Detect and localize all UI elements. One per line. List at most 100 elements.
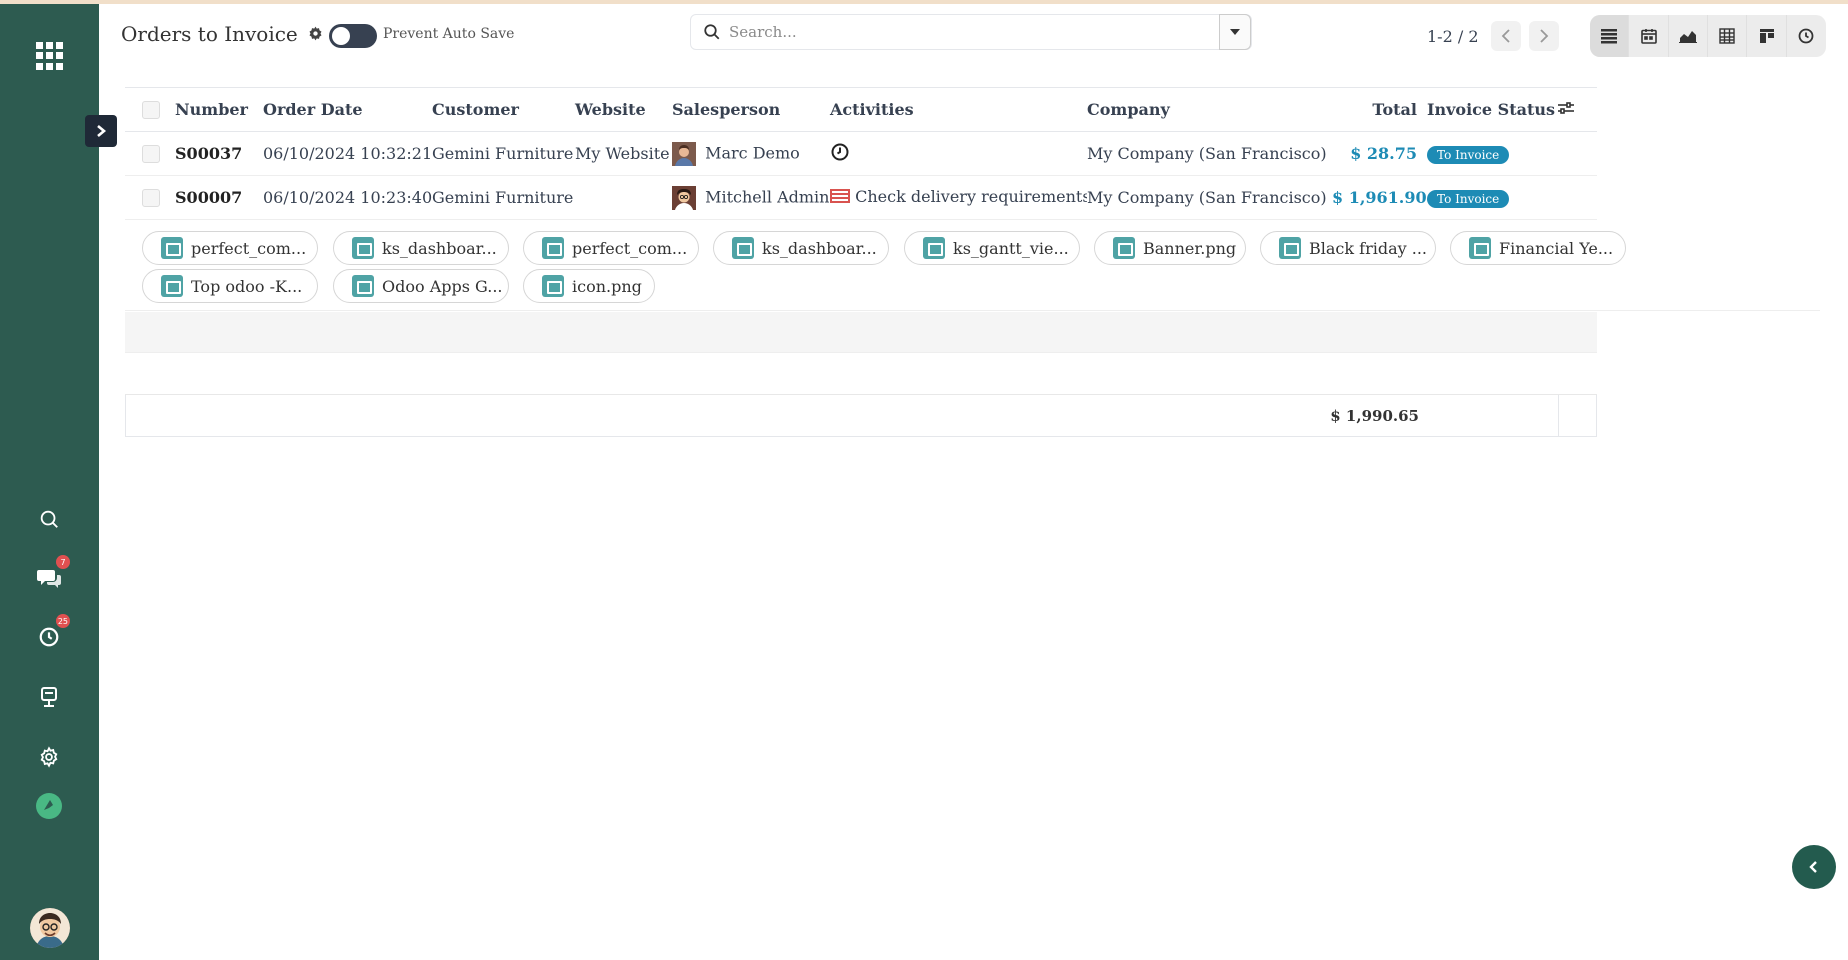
- sidebar-expand-button[interactable]: [85, 115, 117, 147]
- attachment-chip[interactable]: Financial Ye...: [1450, 231, 1626, 265]
- attachment-name: Banner.png: [1143, 238, 1237, 258]
- table-row[interactable]: S00007 06/10/2024 10:23:40 Gemini Furnit…: [125, 175, 1597, 220]
- page-title: Orders to Invoice: [121, 22, 323, 46]
- search-options-toggle[interactable]: [1219, 14, 1251, 50]
- attachment-chip[interactable]: Banner.png: [1094, 231, 1246, 265]
- activity-clock-icon[interactable]: 25: [34, 614, 70, 652]
- column-header-invoice-status[interactable]: Invoice Status: [1427, 87, 1557, 132]
- point-of-sale-icon[interactable]: [34, 682, 64, 712]
- image-file-icon: [352, 237, 374, 259]
- column-header-company[interactable]: Company: [1087, 87, 1332, 132]
- invoice-status-cell: To Invoice: [1427, 131, 1557, 176]
- row-checkbox[interactable]: [142, 189, 160, 208]
- attachment-name: Top odoo -K...: [191, 276, 303, 296]
- salesperson-avatar[interactable]: [672, 141, 696, 166]
- image-file-icon: [1113, 237, 1135, 259]
- pager-next-button[interactable]: [1528, 21, 1559, 51]
- prevent-auto-save-toggle[interactable]: [329, 24, 377, 48]
- activity-badge: 25: [55, 614, 70, 628]
- row-checkbox[interactable]: [142, 145, 160, 164]
- activity-summary: Check delivery requirements: [855, 187, 1087, 207]
- attachment-chip[interactable]: ks_dashboar...: [713, 231, 889, 265]
- attachment-name: perfect_com...: [572, 238, 688, 258]
- activity-clock-icon[interactable]: [830, 142, 850, 166]
- order-date: 06/10/2024 10:32:21: [263, 131, 432, 176]
- table-header-row: Number Order Date Customer Website Sales…: [125, 87, 1597, 132]
- image-file-icon: [542, 275, 564, 297]
- attachment-name: ks_dashboar...: [382, 238, 497, 258]
- delivery-truck-icon[interactable]: [830, 188, 850, 208]
- column-header-website[interactable]: Website: [575, 87, 672, 132]
- website: [575, 175, 672, 220]
- graph-view-icon[interactable]: [1669, 15, 1709, 57]
- column-header-total[interactable]: Total: [1332, 87, 1427, 132]
- attachment-chip[interactable]: ks_gantt_vie...: [904, 231, 1080, 265]
- invoice-status-cell: To Invoice: [1427, 175, 1557, 220]
- attachment-chip[interactable]: Top odoo -K...: [142, 269, 318, 303]
- image-file-icon: [161, 275, 183, 297]
- empty-row: [125, 312, 1597, 353]
- attachments-row: perfect_com... ks_dashboar... perfect_co…: [125, 221, 1820, 311]
- activity-cell: Check delivery requirements: [830, 175, 1087, 220]
- kanban-view-icon[interactable]: [1747, 15, 1787, 57]
- column-header-activities[interactable]: Activities: [830, 87, 1087, 132]
- sidebar: 7 25: [0, 4, 99, 960]
- row-select-cell: [125, 175, 175, 220]
- order-number: S00037: [175, 131, 263, 176]
- page-title-text: Orders to Invoice: [121, 22, 298, 46]
- attachment-chip[interactable]: ks_dashboar...: [333, 231, 509, 265]
- image-file-icon: [542, 237, 564, 259]
- image-file-icon: [161, 237, 183, 259]
- row-spacer: [1557, 175, 1597, 220]
- table-row[interactable]: S00037 06/10/2024 10:32:21 Gemini Furnit…: [125, 131, 1597, 176]
- apps-menu-icon[interactable]: [36, 42, 64, 70]
- pivot-view-icon[interactable]: [1708, 15, 1748, 57]
- odoo-status-icon[interactable]: [34, 791, 64, 821]
- row-spacer: [1557, 131, 1597, 176]
- salesperson-avatar[interactable]: [672, 185, 696, 210]
- discuss-badge: 7: [56, 555, 70, 569]
- attachment-chip[interactable]: icon.png: [523, 269, 655, 303]
- discuss-icon[interactable]: 7: [34, 555, 70, 593]
- select-all-cell: [125, 87, 175, 132]
- select-all-checkbox[interactable]: [142, 101, 160, 120]
- website: My Website: [575, 131, 672, 176]
- attachment-name: Financial Ye...: [1499, 238, 1614, 258]
- pager: 1-2 / 2: [1427, 15, 1559, 57]
- footer-divider: [1558, 395, 1559, 437]
- column-header-order-date[interactable]: Order Date: [263, 87, 432, 132]
- top-accent-line: [0, 0, 1848, 4]
- optional-columns-cell: [1557, 87, 1597, 132]
- activity-cell: [830, 131, 1087, 176]
- column-header-customer[interactable]: Customer: [432, 87, 575, 132]
- total-amount: $ 1,961.90: [1332, 175, 1427, 220]
- salesperson-cell: Marc Demo: [672, 131, 830, 176]
- image-file-icon: [1469, 237, 1491, 259]
- column-header-number[interactable]: Number: [175, 87, 263, 132]
- settings-gear-icon[interactable]: [34, 742, 64, 772]
- attachment-name: icon.png: [572, 276, 642, 296]
- gear-icon[interactable]: [308, 22, 323, 46]
- pager-previous-button[interactable]: [1490, 21, 1521, 51]
- image-file-icon: [1279, 237, 1301, 259]
- activity-view-icon[interactable]: [1787, 15, 1826, 57]
- list-view-icon[interactable]: [1590, 15, 1630, 57]
- attachment-name: ks_dashboar...: [762, 238, 877, 258]
- user-avatar[interactable]: [30, 908, 70, 948]
- attachment-chip[interactable]: Odoo Apps G...: [333, 269, 509, 303]
- attachment-name: ks_gantt_vie...: [953, 238, 1069, 258]
- total-amount: $ 28.75: [1332, 131, 1427, 176]
- optional-columns-toggle-icon[interactable]: [1557, 100, 1575, 119]
- search-icon[interactable]: [34, 504, 64, 534]
- search-input[interactable]: [729, 19, 1199, 45]
- calendar-view-icon[interactable]: [1629, 15, 1669, 57]
- pager-value[interactable]: 1-2 / 2: [1427, 27, 1479, 46]
- attachment-chip[interactable]: Black friday ...: [1260, 231, 1436, 265]
- attachment-chip[interactable]: perfect_com...: [142, 231, 318, 265]
- orders-table: Number Order Date Customer Website Sales…: [125, 87, 1597, 220]
- column-header-salesperson[interactable]: Salesperson: [672, 87, 830, 132]
- attachment-chip[interactable]: perfect_com...: [523, 231, 699, 265]
- collapse-panel-button[interactable]: [1792, 845, 1836, 889]
- table-footer: $ 1,990.65: [125, 395, 1597, 437]
- view-switcher: [1590, 15, 1826, 57]
